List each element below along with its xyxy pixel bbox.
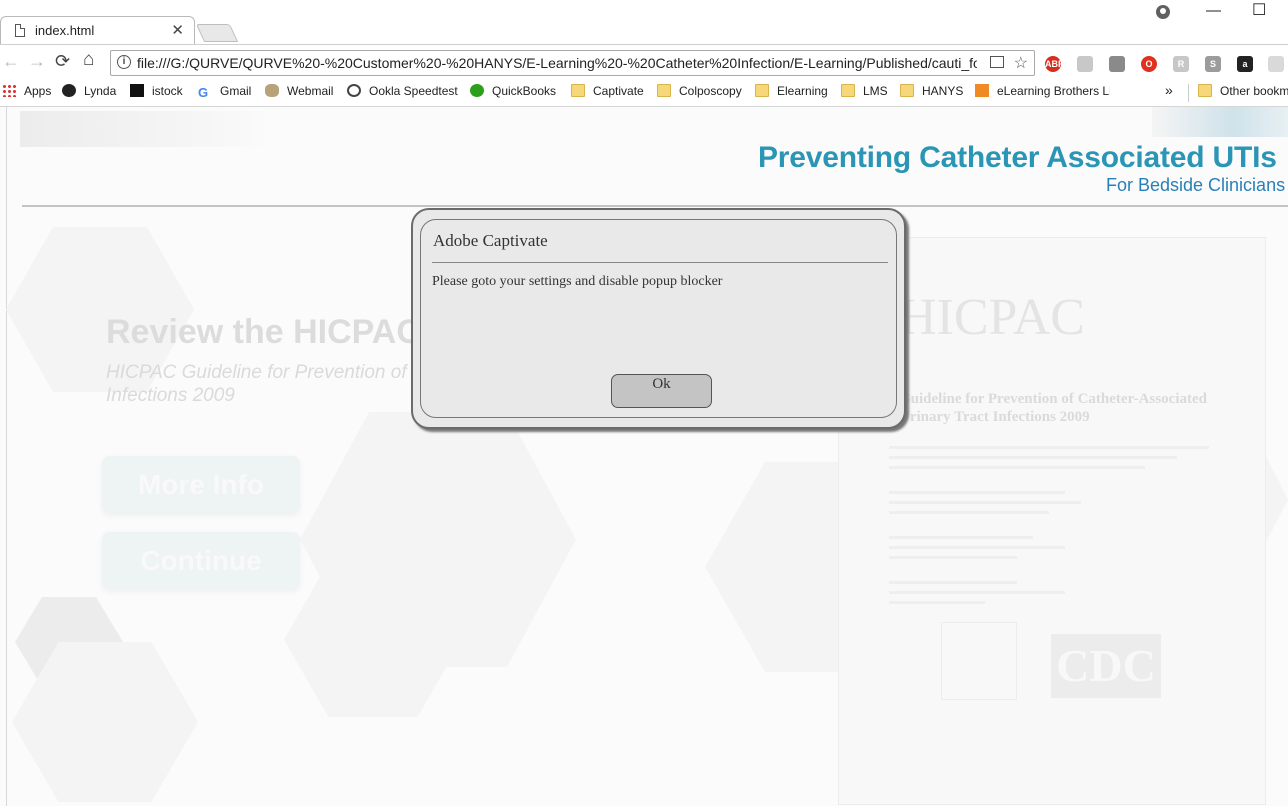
bookmark-webmail[interactable]: Webmail xyxy=(265,84,333,98)
bookmark-quickbooks[interactable]: QuickBooks xyxy=(470,84,556,98)
course-title: Preventing Catheter Associated UTIs xyxy=(758,141,1277,174)
home-icon[interactable]: ⌂ xyxy=(83,49,94,71)
bookmark-star-icon[interactable]: ☆ xyxy=(1014,53,1028,73)
info-icon[interactable]: i xyxy=(117,55,131,69)
webmail-icon xyxy=(265,84,279,97)
bookmarks-overflow-button[interactable]: » xyxy=(1165,82,1173,98)
course-subtitle: For Bedside Clinicians xyxy=(1106,175,1286,195)
page-icon xyxy=(15,24,25,37)
bookmark-istock[interactable]: istock xyxy=(130,84,183,98)
minimize-icon[interactable]: — xyxy=(1206,2,1221,19)
dialog-body: Adobe Captivate Please goto your setting… xyxy=(420,219,897,418)
tab-close-icon[interactable]: ✕ xyxy=(171,21,184,39)
adblock-plus-icon[interactable]: ABP xyxy=(1045,56,1064,72)
header-logo-area xyxy=(20,111,270,147)
bookmark-apps[interactable]: Apps xyxy=(2,84,51,98)
url-text[interactable]: file:///G:/QURVE/QURVE%20-%20Customer%20… xyxy=(137,55,977,71)
popup-dialog: Adobe Captivate Please goto your setting… xyxy=(411,208,906,429)
bookmark-folder-hanys[interactable]: HANYS xyxy=(900,84,963,98)
pdf-extension-icon[interactable] xyxy=(1077,56,1093,72)
folder-icon xyxy=(900,84,914,97)
tab-title: index.html xyxy=(35,23,95,38)
new-tab-button[interactable] xyxy=(195,24,239,42)
tab-strip: index.html ✕ — ☐ xyxy=(0,0,1288,44)
browser-toolbar: ← → ⟳ ⌂ i file:///G:/QURVE/QURVE%20-%20C… xyxy=(0,44,1288,81)
extension-icon-3[interactable] xyxy=(1268,56,1284,72)
page-border xyxy=(6,107,7,806)
bookmark-folder-elearning[interactable]: Elearning xyxy=(755,84,828,98)
review-subtitle: HICPAC Guideline for Prevention of Infec… xyxy=(106,362,407,406)
folder-icon xyxy=(657,84,671,97)
apps-grid-icon xyxy=(2,84,16,97)
bookmark-elearning-brothers[interactable]: eLearning Brothers Li xyxy=(975,84,1110,98)
document-text-lines xyxy=(889,446,1209,611)
back-arrow-icon[interactable]: ← xyxy=(2,51,20,72)
folder-icon xyxy=(1198,84,1212,97)
hicpac-logo: HICPAC xyxy=(899,289,1085,346)
bookmark-folder-lms[interactable]: LMS xyxy=(841,84,888,98)
review-title: Review the HICPAC xyxy=(106,313,421,351)
google-icon: G xyxy=(198,85,209,100)
cdc-logo: CDC xyxy=(1051,634,1161,698)
hhs-seal xyxy=(941,622,1017,700)
bookmark-folder-colposcopy[interactable]: Colposcopy xyxy=(657,84,742,98)
dialog-divider xyxy=(432,262,888,263)
extension-icon-2[interactable]: S xyxy=(1205,56,1221,72)
browser-tab[interactable]: index.html ✕ xyxy=(0,16,195,44)
folder-icon xyxy=(841,84,855,97)
amazon-extension-icon[interactable]: a xyxy=(1237,56,1253,72)
bookmarks-separator xyxy=(1188,84,1189,102)
document-title: Guideline for Prevention of Catheter-Ass… xyxy=(899,391,1208,425)
ok-button[interactable]: Ok xyxy=(611,374,712,408)
other-bookmarks[interactable]: Other bookm xyxy=(1198,84,1288,98)
quickbooks-icon xyxy=(470,84,484,97)
profile-icon[interactable] xyxy=(1156,5,1170,19)
istock-icon xyxy=(130,84,144,97)
maximize-icon[interactable]: ☐ xyxy=(1252,0,1266,20)
extension-icon[interactable]: R xyxy=(1173,56,1189,72)
folder-icon xyxy=(571,84,585,97)
forward-arrow-icon[interactable]: → xyxy=(28,51,46,72)
bookmarks-bar: Apps Lynda istock G Gmail Webmail Ookla S… xyxy=(0,80,1288,107)
bookmark-gmail[interactable]: G Gmail xyxy=(198,84,251,99)
header-image xyxy=(1152,107,1288,137)
address-bar[interactable]: i file:///G:/QURVE/QURVE%20-%20Customer%… xyxy=(110,50,1035,76)
speedometer-icon xyxy=(347,84,361,97)
continue-button[interactable]: Continue xyxy=(102,532,300,590)
folder-icon xyxy=(755,84,769,97)
header-divider xyxy=(22,205,1288,207)
pocket-extension-icon[interactable] xyxy=(1109,56,1125,72)
bookmark-lynda[interactable]: Lynda xyxy=(62,84,116,98)
cast-icon[interactable] xyxy=(990,56,1004,68)
bookmark-ookla[interactable]: Ookla Speedtest xyxy=(347,84,458,98)
reload-icon[interactable]: ⟳ xyxy=(55,51,70,72)
opera-extension-icon[interactable]: O xyxy=(1141,56,1157,72)
dialog-message: Please goto your settings and disable po… xyxy=(432,274,723,289)
more-info-button[interactable]: More Info xyxy=(102,456,300,514)
lynda-icon xyxy=(62,84,76,97)
dialog-title: Adobe Captivate xyxy=(433,231,548,250)
bookmark-folder-captivate[interactable]: Captivate xyxy=(571,84,644,98)
elearning-brothers-icon xyxy=(975,84,989,97)
